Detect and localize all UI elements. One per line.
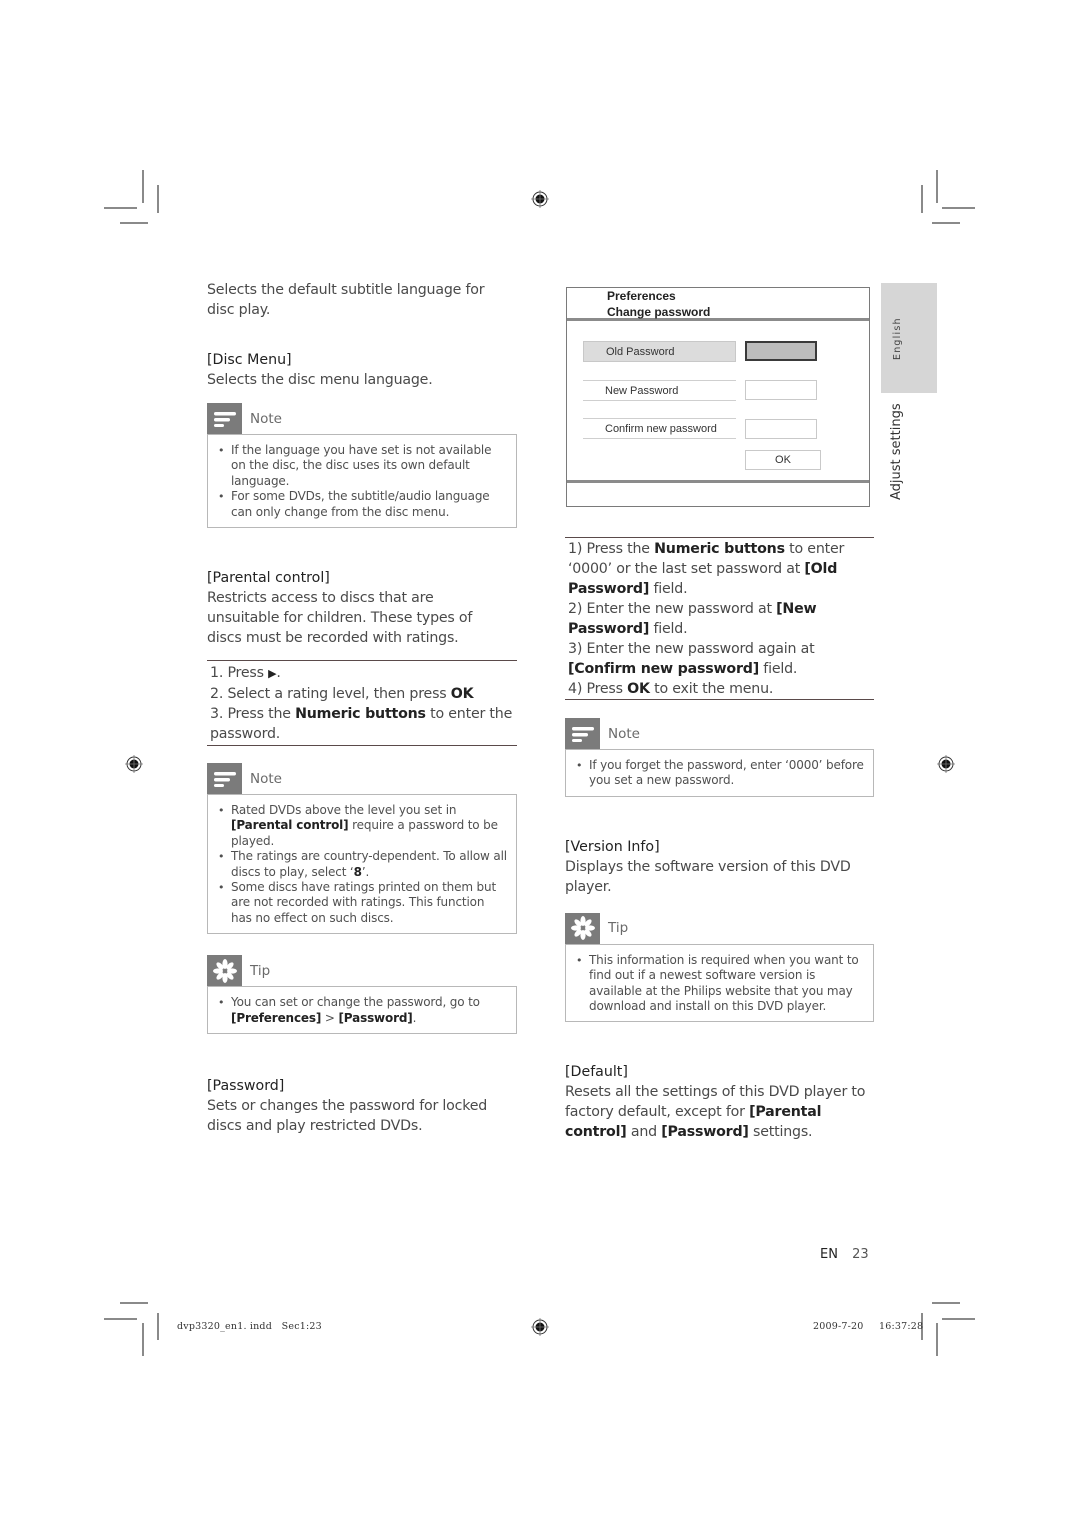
note-item: Rated DVDs above the level you set in [P…	[216, 803, 508, 849]
print-date: 2009-7-20	[813, 1321, 864, 1332]
crop-mark	[942, 207, 975, 209]
crop-mark	[120, 1302, 148, 1304]
crop-mark	[936, 1323, 938, 1356]
step-2: 2) Enter the new password at [New Passwo…	[568, 601, 817, 637]
registration-mark-icon	[937, 755, 955, 773]
print-time: 16:37:28	[879, 1321, 924, 1332]
version-info-description: Displays the software version of this DV…	[565, 858, 851, 895]
menu-header: Preferences Change password	[567, 288, 869, 321]
note-item: If the language you have set is not avai…	[216, 443, 508, 489]
tip-item: This information is required when you wa…	[574, 953, 865, 1015]
menu-title-change-password: Change password	[607, 305, 711, 319]
ok-button[interactable]: OK	[745, 450, 821, 470]
default-description: Resets all the settings of this DVD play…	[565, 1084, 866, 1141]
confirm-password-field[interactable]	[745, 419, 817, 439]
tip-content: You can set or change the password, go t…	[207, 986, 517, 1035]
password-steps: 1) Press the Numeric buttons to enter ‘0…	[565, 537, 874, 700]
language-tab-label: English	[892, 317, 903, 360]
registration-mark-icon	[125, 755, 143, 773]
step-3: 3) Enter the new password again at [Conf…	[568, 641, 815, 677]
registration-mark-icon	[531, 1318, 549, 1336]
disc-menu-description: Selects the disc menu language.	[207, 372, 433, 388]
crop-mark	[942, 1318, 975, 1320]
disc-menu-heading: [Disc Menu]	[207, 352, 292, 368]
note-header: Note	[207, 763, 517, 795]
parental-control-heading: [Parental control]	[207, 570, 330, 587]
change-password-menu: Preferences Change password Old Password…	[566, 287, 870, 507]
password-heading: [Password]	[207, 1078, 285, 1095]
note-title: Note	[250, 770, 282, 787]
page-number: 23	[852, 1247, 869, 1262]
note-header: Note	[207, 403, 517, 434]
tip-header: Tip	[565, 912, 874, 944]
note-box: Note Rated DVDs above the level you set …	[207, 763, 517, 935]
crop-mark	[932, 222, 960, 224]
tip-icon	[207, 955, 242, 987]
note-title: Note	[608, 725, 640, 742]
note-item: For some DVDs, the subtitle/audio langua…	[216, 489, 508, 520]
crop-mark	[921, 185, 923, 213]
version-info-heading: [Version Info]	[565, 838, 660, 855]
tip-header: Tip	[207, 955, 517, 987]
note-box: Note If the language you have set is not…	[207, 403, 517, 529]
note-title: Note	[250, 410, 282, 427]
crop-mark	[932, 1302, 960, 1304]
default-heading: [Default]	[565, 1064, 628, 1081]
note-item: The ratings are country-dependent. To al…	[216, 849, 508, 880]
note-item: If you forget the password, enter ‘0000’…	[574, 758, 865, 789]
note-icon	[565, 718, 600, 749]
tip-title: Tip	[250, 962, 271, 979]
crop-mark	[104, 207, 137, 209]
menu-title-preferences: Preferences	[607, 289, 676, 303]
crop-mark	[157, 1313, 159, 1340]
note-icon	[207, 763, 242, 795]
tip-content: This information is required when you wa…	[565, 943, 874, 1023]
crop-mark	[936, 170, 938, 203]
confirm-password-label[interactable]: Confirm new password	[583, 418, 736, 439]
tip-item: You can set or change the password, go t…	[216, 995, 508, 1026]
crop-mark	[142, 1323, 144, 1356]
step-1: 1. Press ▶.	[210, 665, 281, 682]
new-password-field[interactable]	[745, 380, 817, 400]
password-description: Sets or changes the password for locked …	[207, 1098, 488, 1135]
old-password-label[interactable]: Old Password	[583, 341, 736, 362]
step-4: 4) Press OK to exit the menu.	[568, 681, 774, 697]
old-password-field[interactable]	[745, 341, 817, 361]
crop-mark	[104, 1318, 137, 1320]
crop-mark	[157, 185, 159, 213]
page-footer: EN 23	[820, 1247, 869, 1262]
right-column: 1) Press the Numeric buttons to enter ‘0…	[565, 537, 874, 1142]
tip-title: Tip	[608, 920, 629, 937]
menu-footer-divider	[567, 480, 869, 483]
tip-icon	[565, 912, 600, 944]
language-code: EN	[820, 1247, 838, 1262]
note-content: If the language you have set is not avai…	[207, 434, 517, 529]
section-label: Adjust settings	[889, 403, 904, 500]
step-1: 1) Press the Numeric buttons to enter ‘0…	[568, 541, 845, 597]
file-info: dvp3320_en1. indd Sec1:23	[177, 1321, 322, 1332]
step-3: 3. Press the Numeric buttons to enter th…	[210, 706, 513, 743]
parental-control-description: Restricts access to discs that are unsui…	[207, 590, 473, 647]
left-column: Selects the default subtitle language fo…	[207, 280, 517, 1136]
note-icon	[207, 403, 242, 434]
tip-box: Tip You can set or change the password, …	[207, 955, 517, 1035]
note-header: Note	[565, 718, 874, 749]
registration-mark-icon	[531, 190, 549, 208]
crop-mark	[142, 170, 144, 203]
tip-box: Tip This information is required when yo…	[565, 912, 874, 1023]
language-tab	[881, 283, 937, 393]
new-password-label[interactable]: New Password	[583, 380, 736, 401]
parental-steps: 1. Press ▶. 2. Select a rating level, th…	[207, 660, 517, 747]
note-box: Note If you forget the password, enter ‘…	[565, 718, 874, 797]
note-content: Rated DVDs above the level you set in [P…	[207, 794, 517, 935]
note-content: If you forget the password, enter ‘0000’…	[565, 749, 874, 797]
intro-text: Selects the default subtitle language fo…	[207, 282, 485, 318]
crop-mark	[120, 222, 148, 224]
note-item: Some discs have ratings printed on them …	[216, 880, 508, 926]
step-2: 2. Select a rating level, then press OK	[210, 686, 474, 703]
